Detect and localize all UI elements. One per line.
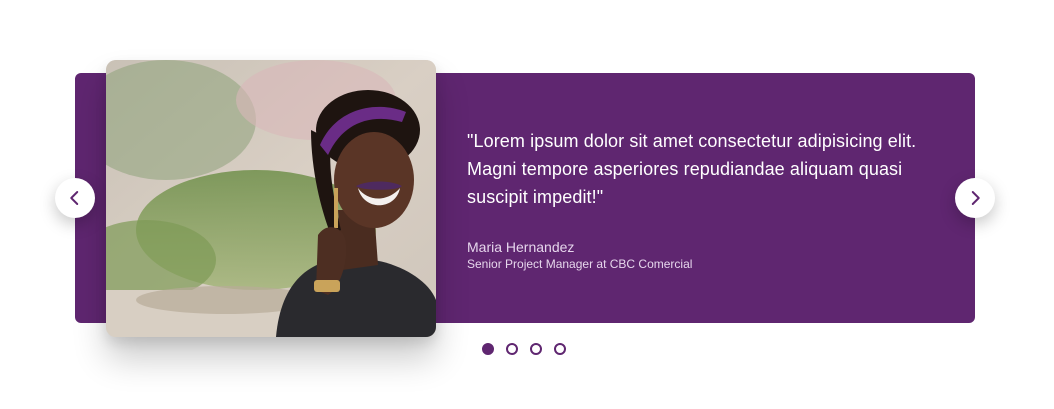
author-name: Maria Hernandez: [467, 239, 575, 255]
pagination-dot-4[interactable]: [554, 343, 566, 355]
chevron-right-icon: [971, 191, 980, 205]
pagination-dot-1[interactable]: [482, 343, 494, 355]
slide-pagination: [482, 343, 566, 355]
previous-slide-button[interactable]: [55, 178, 95, 218]
testimonial-photo: [106, 60, 436, 337]
pagination-dot-3[interactable]: [530, 343, 542, 355]
portrait-image: [106, 60, 436, 337]
next-slide-button[interactable]: [955, 178, 995, 218]
chevron-left-icon: [70, 191, 79, 205]
testimonial-quote: "Lorem ipsum dolor sit amet consectetur …: [467, 131, 917, 207]
testimonial-slider: "Lorem ipsum dolor sit amet consectetur …: [0, 0, 1054, 409]
author-title: Senior Project Manager at CBC Comercial: [467, 257, 693, 271]
pagination-dot-2[interactable]: [506, 343, 518, 355]
